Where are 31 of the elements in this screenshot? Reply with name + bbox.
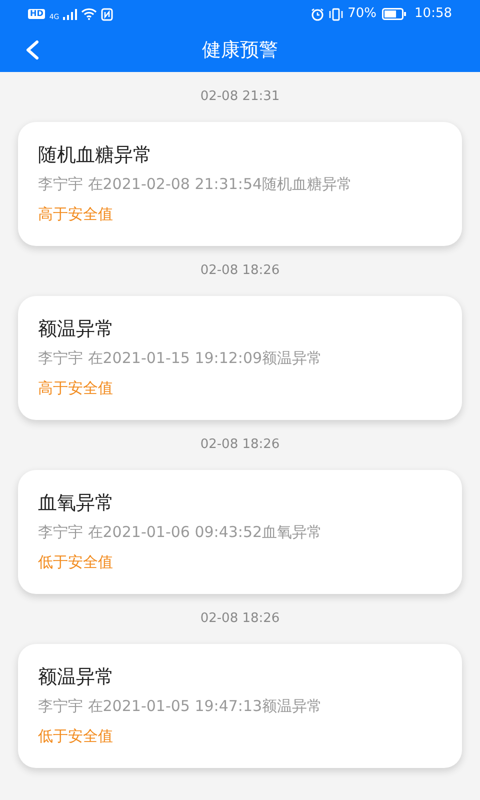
wifi-icon xyxy=(81,8,98,20)
alert-title: 随机血糖异常 xyxy=(38,143,152,168)
back-icon xyxy=(25,40,39,60)
date-label: 02-08 18:26 xyxy=(200,436,280,454)
alarm-icon xyxy=(310,8,324,20)
alert-status: 高于安全值 xyxy=(38,378,113,398)
alert-card[interactable]: 额温异常 李宁宇 在2021-01-15 19:12:09额温异常 高于安全值 xyxy=(18,296,462,420)
alert-status: 低于安全值 xyxy=(38,552,113,572)
alert-detail: 李宁宇 在2021-01-05 19:47:13额温异常 xyxy=(38,696,322,716)
alert-card[interactable]: 血氧异常 李宁宇 在2021-01-06 09:43:52血氧异常 低于安全值 xyxy=(18,470,462,594)
alert-status: 高于安全值 xyxy=(38,204,113,224)
alert-card[interactable]: 随机血糖异常 李宁宇 在2021-02-08 21:31:54随机血糖异常 高于安全值 xyxy=(18,122,462,246)
date-label: 02-08 18:26 xyxy=(200,610,280,628)
battery-percent: 70% xyxy=(348,5,377,24)
alert-card[interactable]: 额温异常 李宁宇 在2021-01-05 19:47:13额温异常 低于安全值 xyxy=(18,644,462,768)
hd-badge: HD xyxy=(28,9,46,19)
alert-detail: 李宁宇 在2021-01-15 19:12:09额温异常 xyxy=(38,348,322,368)
alert-detail: 李宁宇 在2021-02-08 21:31:54随机血糖异常 xyxy=(38,174,352,194)
signal-icon xyxy=(63,8,78,20)
alert-title: 额温异常 xyxy=(38,665,114,690)
vibrate-icon xyxy=(328,8,343,20)
alert-detail: 李宁宇 在2021-01-06 09:43:52血氧异常 xyxy=(38,522,322,542)
date-label: 02-08 18:26 xyxy=(200,262,280,280)
page-title: 健康预警 xyxy=(202,38,278,63)
date-label: 02-08 21:31 xyxy=(200,88,280,106)
battery-icon xyxy=(382,8,406,20)
alert-status: 低于安全值 xyxy=(38,726,113,746)
nfc-icon xyxy=(101,8,114,20)
alert-title: 血氧异常 xyxy=(38,491,114,516)
clock-time: 10:58 xyxy=(414,5,452,24)
alert-title: 额温异常 xyxy=(38,317,114,342)
